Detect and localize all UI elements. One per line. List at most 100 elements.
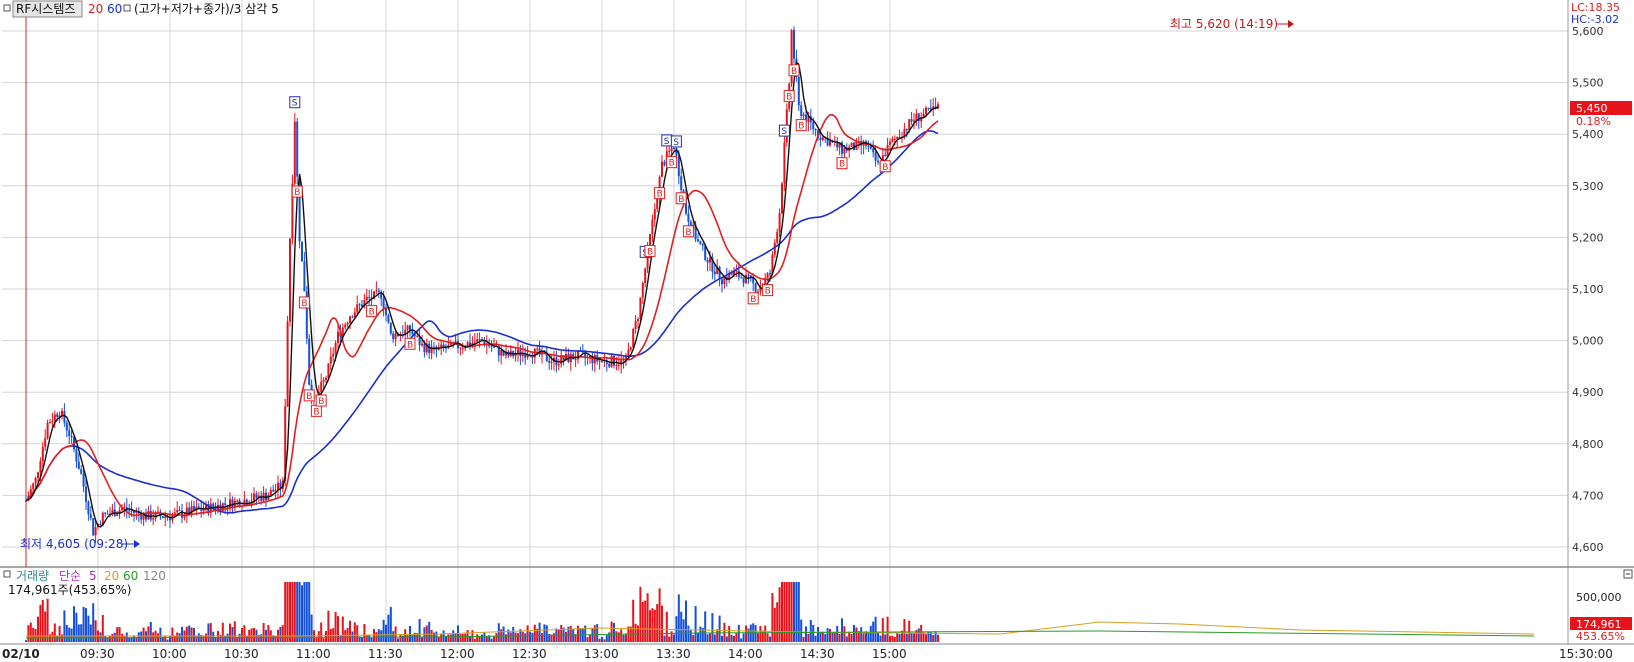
candle-body xyxy=(344,324,347,328)
volume-bar xyxy=(641,601,644,642)
ma20-legend-label[interactable]: 20 xyxy=(88,2,103,16)
volume-bar xyxy=(159,627,162,642)
volume-bar xyxy=(673,634,675,642)
volume-bar xyxy=(632,599,635,642)
volume-bar xyxy=(301,585,303,642)
price-panel-bg xyxy=(0,0,1634,662)
volume-bar xyxy=(303,582,306,642)
volume-bar xyxy=(464,633,467,642)
volume-bar xyxy=(742,633,745,642)
volume-bar xyxy=(687,625,690,642)
formula-square-icon xyxy=(123,4,131,12)
volume-title[interactable]: 거래량 xyxy=(16,569,49,583)
volume-bar xyxy=(80,624,83,642)
candle-body xyxy=(190,506,193,515)
candle-body xyxy=(490,346,493,348)
candle-body xyxy=(913,120,915,122)
volume-bar xyxy=(651,608,654,642)
x-tick-label: 12:30 xyxy=(512,647,547,661)
volume-bar xyxy=(905,633,908,642)
volume-bar xyxy=(819,632,822,642)
candle-body xyxy=(673,148,675,150)
volume-bar xyxy=(382,619,385,642)
x-tick-label: 15:00 xyxy=(872,647,907,661)
candle-body xyxy=(80,469,83,474)
volume-bar xyxy=(296,582,299,642)
volume-bar xyxy=(656,604,659,642)
candle-body xyxy=(176,510,179,513)
volume-bar xyxy=(363,624,366,642)
volume-bar xyxy=(759,625,762,642)
volume-bar xyxy=(231,627,234,642)
candle-body xyxy=(713,271,716,275)
volume-bar xyxy=(171,627,174,642)
volume-bar xyxy=(754,625,757,642)
y-tick-label: 5,600 xyxy=(1572,25,1604,38)
ma60-legend-label[interactable]: 60 xyxy=(107,2,122,16)
volume-ma120[interactable]: 120 xyxy=(143,569,166,583)
stock-chart[interactable]: SBBBBBBBSBBSBSBBBBSBBBBB 4,6004,7004,800… xyxy=(0,0,1634,662)
volume-bar xyxy=(855,627,858,642)
high-annotation: 최고 5,620 (14:19) xyxy=(1170,17,1294,31)
candle-body xyxy=(433,346,435,348)
volume-bar xyxy=(428,621,431,642)
signal-letter: B xyxy=(678,195,684,205)
candle-body xyxy=(61,410,63,416)
volume-ma5[interactable]: 5 xyxy=(89,569,97,583)
volume-ma60[interactable]: 60 xyxy=(123,569,138,583)
candle-body xyxy=(89,514,92,519)
signal-letter: B xyxy=(369,308,375,318)
candle-body xyxy=(915,113,918,121)
volume-bar xyxy=(913,633,915,642)
x-tick-label: 13:00 xyxy=(584,647,619,661)
volume-bar xyxy=(63,610,66,642)
candle-body xyxy=(709,257,711,263)
formula-legend-label[interactable]: (고가+저가+종가)/3 삼각 5 xyxy=(134,2,279,16)
volume-bar xyxy=(397,638,399,642)
volume-bar xyxy=(212,631,215,642)
signal-letter: B xyxy=(294,188,300,198)
volume-bar xyxy=(349,620,351,642)
volume-bar xyxy=(137,632,140,642)
volume-bar xyxy=(737,624,740,642)
candle-body xyxy=(701,244,704,246)
volume-ma-type: 단순 xyxy=(59,569,81,583)
candle-body xyxy=(253,493,255,501)
candle-body xyxy=(668,151,671,153)
candle-body xyxy=(368,296,371,298)
candle-body xyxy=(766,273,769,278)
volume-bar xyxy=(267,625,270,642)
volume-bar xyxy=(29,622,32,642)
candle-body xyxy=(46,422,49,439)
volume-bar xyxy=(250,628,253,642)
volume-ma20[interactable]: 20 xyxy=(104,569,119,583)
candle-body xyxy=(94,527,97,536)
volume-bar xyxy=(805,626,807,642)
volume-bar xyxy=(836,625,839,642)
x-tick-label: 14:00 xyxy=(728,647,763,661)
candle-body xyxy=(329,356,332,364)
volume-bar xyxy=(891,635,894,642)
volume-bar xyxy=(917,628,920,642)
volume-bar xyxy=(881,618,884,642)
volume-bar xyxy=(370,637,373,642)
volume-bar xyxy=(910,633,913,642)
volume-bar xyxy=(521,631,524,642)
candle-body xyxy=(75,449,78,462)
candle-body xyxy=(161,516,164,518)
volume-bar xyxy=(25,640,27,642)
candle-body xyxy=(65,422,68,431)
volume-bar xyxy=(344,630,347,642)
candle-body xyxy=(365,296,368,300)
volume-bar xyxy=(293,582,296,642)
volume-bar xyxy=(565,631,567,642)
x-tick-label: 12:00 xyxy=(440,647,475,661)
volume-current: 174,961주(453.65%) xyxy=(8,583,131,597)
candle-body xyxy=(104,512,107,514)
candle-body xyxy=(377,290,380,292)
signal-letter: B xyxy=(882,163,888,173)
candle-body xyxy=(797,77,800,106)
volume-bar xyxy=(620,629,623,642)
candle-body xyxy=(389,322,392,334)
candle-body xyxy=(927,107,930,109)
